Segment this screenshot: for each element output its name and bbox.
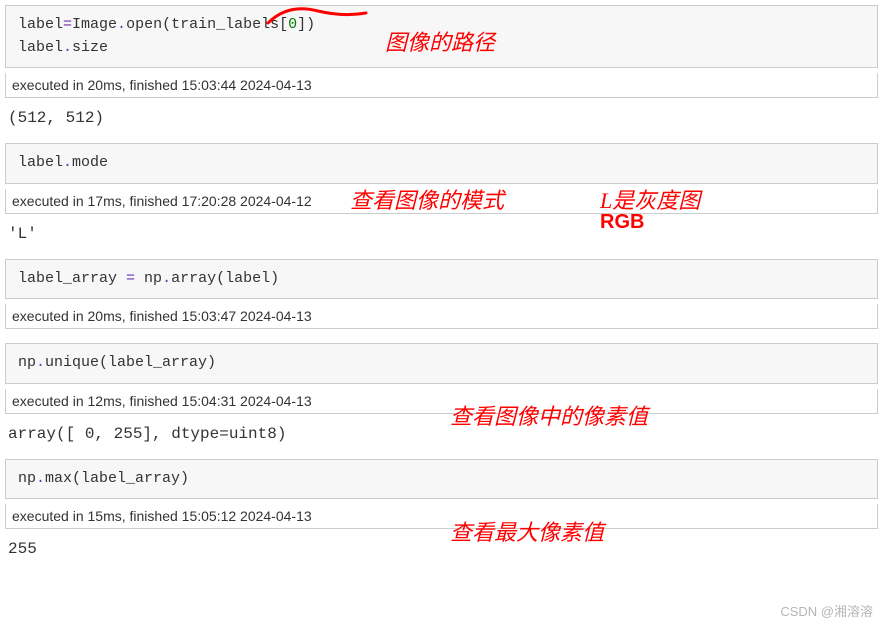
execution-info: executed in 12ms, finished 15:04:31 2024… <box>5 389 878 414</box>
code-input[interactable]: label_array = np.array(label) <box>5 259 878 300</box>
notebook-cell: label=Image.open(train_labels[0])label.s… <box>0 5 883 98</box>
cell-output: 255 <box>0 534 883 564</box>
notebook-cell: label_array = np.array(label) executed i… <box>0 259 883 330</box>
code-input[interactable]: label.mode <box>5 143 878 184</box>
code-input[interactable]: np.unique(label_array) <box>5 343 878 384</box>
cell-output: 'L' <box>0 219 883 249</box>
notebook-cell: np.unique(label_array) executed in 12ms,… <box>0 343 883 414</box>
notebook-cell: np.max(label_array) executed in 15ms, fi… <box>0 459 883 530</box>
execution-info: executed in 20ms, finished 15:03:44 2024… <box>5 73 878 98</box>
execution-info: executed in 15ms, finished 15:05:12 2024… <box>5 504 878 529</box>
execution-info: executed in 17ms, finished 17:20:28 2024… <box>5 189 878 214</box>
cell-output: (512, 512) <box>0 103 883 133</box>
cell-output: array([ 0, 255], dtype=uint8) <box>0 419 883 449</box>
code-input[interactable]: np.max(label_array) <box>5 459 878 500</box>
watermark-text: CSDN @湘溶溶 <box>780 601 873 620</box>
code-input[interactable]: label=Image.open(train_labels[0])label.s… <box>5 5 878 68</box>
execution-info: executed in 20ms, finished 15:03:47 2024… <box>5 304 878 329</box>
notebook-cell: label.mode executed in 17ms, finished 17… <box>0 143 883 214</box>
